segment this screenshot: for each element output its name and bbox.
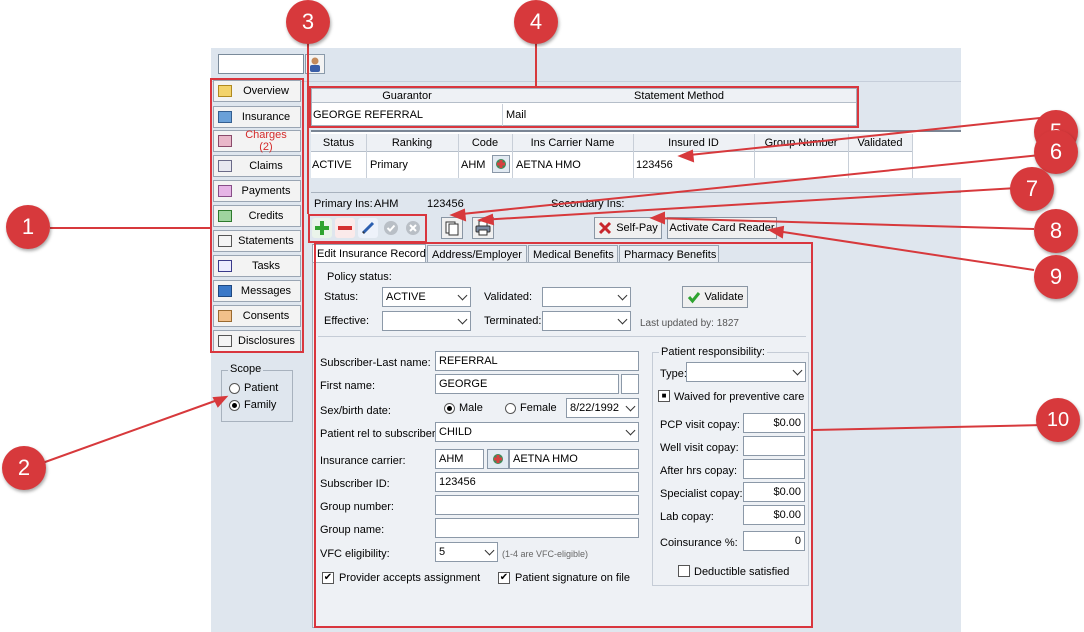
callout-3: 3	[286, 0, 330, 44]
callout-7: 7	[1010, 167, 1054, 211]
callout-9: 9	[1034, 255, 1078, 299]
callout-10: 10	[1036, 398, 1080, 442]
callout-2: 2	[2, 446, 46, 490]
callout-6: 6	[1034, 130, 1078, 174]
callout-4: 4	[514, 0, 558, 44]
callout-1: 1	[6, 205, 50, 249]
callout-8: 8	[1034, 209, 1078, 253]
callout-lines	[33, 36, 1051, 467]
